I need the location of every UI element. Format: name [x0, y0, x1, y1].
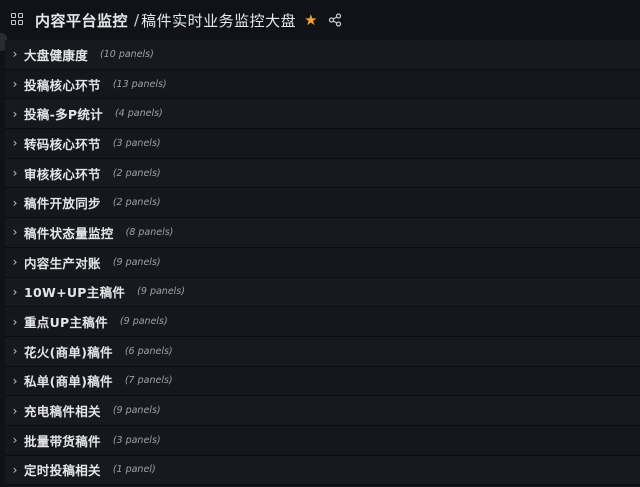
chevron-right-icon: › [12, 373, 18, 388]
dashboard-title[interactable]: 稿件实时业务监控大盘 [141, 10, 296, 31]
chevron-right-icon: › [12, 47, 18, 62]
row-title: 10W+UP主稿件 [24, 285, 126, 301]
star-icon[interactable]: ★ [304, 12, 317, 28]
chevron-right-icon: › [12, 106, 18, 121]
row-title: 充电稿件相关 [24, 404, 101, 420]
row-panel-count: (6 panels) [124, 345, 173, 357]
chevron-right-icon: › [12, 136, 18, 151]
dashboard-row[interactable]: › 重点UP主稿件 (9 panels) [5, 307, 640, 337]
row-panel-count: (9 panels) [112, 256, 161, 268]
chevron-right-icon: › [12, 255, 18, 270]
chevron-right-icon: › [12, 462, 18, 477]
dashboard-row[interactable]: › 投稿核心环节 (13 panels) [5, 69, 640, 100]
dashboard-row[interactable]: › 转码核心环节 (3 panels) [5, 129, 640, 159]
share-icon[interactable] [328, 13, 342, 27]
dashboard-row[interactable]: › 投稿-多P统计 (4 panels) [5, 99, 640, 130]
chevron-right-icon: › [12, 225, 18, 240]
chevron-right-icon: › [12, 166, 18, 181]
dashboard-row[interactable]: › 私单(商单)稿件 (7 panels) [5, 366, 640, 397]
row-panel-count: (10 panels) [100, 48, 154, 60]
breadcrumb-folder[interactable]: 内容平台监控 [35, 10, 128, 31]
row-panel-count: (3 panels) [112, 137, 161, 149]
row-title: 投稿核心环节 [24, 77, 101, 93]
row-title: 花火(商单)稿件 [24, 344, 113, 360]
dashboard-row[interactable]: › 审核核心环节 (2 panels) [5, 158, 640, 189]
row-panel-count: (4 panels) [114, 108, 163, 120]
dashboard-row[interactable]: › 大盘健康度 (10 panels) [5, 40, 640, 70]
chevron-right-icon: › [12, 403, 18, 418]
row-title: 私单(商单)稿件 [24, 374, 113, 390]
row-title: 稿件状态量监控 [24, 225, 114, 241]
row-panel-count: (8 panels) [125, 226, 174, 238]
row-panel-count: (9 panels) [137, 286, 185, 298]
row-panel-count: (9 panels) [119, 316, 168, 328]
dashboard-row[interactable]: › 内容生产对账 (9 panels) [5, 247, 640, 278]
chevron-right-icon: › [12, 195, 18, 210]
dashboard-row[interactable]: › 稿件开放同步 (2 panels) [5, 188, 640, 219]
dashboard-row[interactable]: › 稿件状态量监控 (8 panels) [5, 218, 640, 248]
chevron-right-icon: › [12, 433, 18, 448]
row-title: 投稿-多P统计 [24, 107, 103, 123]
row-title: 大盘健康度 [24, 47, 89, 63]
chevron-right-icon: › [12, 284, 18, 299]
collapsed-rows-list: › 大盘健康度 (10 panels) › 投稿核心环节 (13 panels) › 投稿… [5, 40, 640, 486]
dashboard-row[interactable]: › 批量带货稿件 (3 panels) [5, 425, 640, 456]
row-panel-count: (2 panels) [112, 197, 161, 209]
row-title: 定时投稿相关 [24, 463, 101, 479]
chevron-right-icon: › [12, 314, 18, 329]
row-panel-count: (9 panels) [112, 405, 161, 417]
row-title: 批量带货稿件 [24, 433, 101, 449]
dashboard-row[interactable]: › 花火(商单)稿件 (6 panels) [5, 336, 640, 367]
row-title: 稿件开放同步 [24, 196, 101, 212]
row-title: 内容生产对账 [24, 255, 101, 271]
row-panel-count: (3 panels) [112, 434, 161, 446]
row-panel-count: (1 panel) [112, 464, 156, 476]
dashboard-row[interactable]: › 10W+UP主稿件 (9 panels) [5, 277, 640, 308]
dashboard-row[interactable]: › 充电稿件相关 (9 panels) [5, 396, 640, 426]
chevron-right-icon: › [12, 77, 18, 92]
row-panel-count: (7 panels) [124, 375, 173, 387]
dashboard-row[interactable]: › 定时投稿相关 (1 panel) [5, 455, 640, 486]
row-title: 转码核心环节 [24, 136, 101, 152]
breadcrumb-separator: / [134, 11, 140, 29]
row-title: 重点UP主稿件 [24, 315, 108, 331]
top-bar: 内容平台监控 / 稿件实时业务监控大盘 ★ [0, 0, 640, 40]
dashboards-grid-icon[interactable] [11, 13, 25, 27]
row-title: 审核核心环节 [24, 166, 101, 182]
dashboard-page: 内容平台监控 / 稿件实时业务监控大盘 ★ › 大盘健康度 (10 panels) … [0, 0, 640, 487]
row-panel-count: (2 panels) [112, 167, 161, 179]
row-panel-count: (13 panels) [112, 78, 167, 90]
chevron-right-icon: › [12, 344, 18, 359]
